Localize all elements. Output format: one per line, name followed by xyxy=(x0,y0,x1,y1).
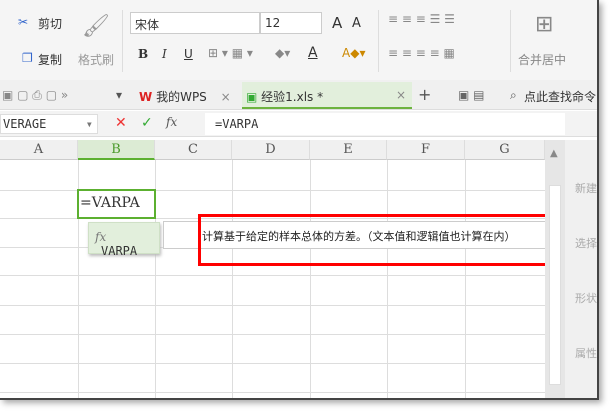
search-icon: ⌕ xyxy=(510,88,517,102)
scissors-icon: ✂ xyxy=(18,15,29,29)
cut-button[interactable]: 剪切 xyxy=(38,15,62,32)
column-header-c[interactable]: C xyxy=(155,140,232,160)
font-name-select[interactable]: 宋体 xyxy=(130,12,260,34)
column-header-e[interactable]: E xyxy=(310,140,387,160)
formula-input[interactable]: =VARPA xyxy=(205,113,565,135)
tab-bar: ▣ ▢ ⎙ ▢ » ▾ W 我的WPS × ▣ 经验1.xls * × + ▣ … xyxy=(0,80,597,110)
active-cell-b2[interactable]: =VARPA xyxy=(77,189,156,219)
name-box-value: VERAGE xyxy=(3,117,47,131)
column-header-a[interactable]: A xyxy=(0,140,78,160)
side-select-button[interactable]: 选择 xyxy=(575,235,597,251)
format-painter-icon: 🖌 xyxy=(82,14,110,39)
grow-font-button[interactable]: A xyxy=(332,14,342,32)
column-header-b[interactable]: B xyxy=(78,140,155,160)
copy-icon: ❐ xyxy=(22,51,33,65)
scroll-up-icon[interactable]: ▲ xyxy=(550,148,558,159)
font-size-select[interactable]: 12 xyxy=(260,12,322,34)
vertical-scrollbar[interactable]: ▲ xyxy=(545,140,565,398)
side-shape-button[interactable]: 形状 xyxy=(575,290,597,306)
cell-grid[interactable]: A B C D E F G =VARPA fx VARPA 计算基于给定的样本总… xyxy=(0,140,583,398)
column-header-d[interactable]: D xyxy=(232,140,310,160)
bold-button[interactable]: B xyxy=(138,47,148,61)
spreadsheet-window: ✂ 剪切 ❐ 复制 🖌 格式刷 宋体 12 A A B I U ⊞ ▾ ▦ ▾ … xyxy=(0,0,599,400)
quick-access-icons[interactable]: ▣ ▢ ⎙ ▢ » xyxy=(2,88,68,103)
side-properties-button[interactable]: 属性 xyxy=(575,345,597,361)
name-box[interactable]: VERAGE ▾ xyxy=(0,114,98,134)
align-vertical-icon[interactable]: ≡ ≡ ≡ ☰ ☰ xyxy=(388,12,455,26)
tab-workbook[interactable]: ▣ 经验1.xls * × xyxy=(242,82,412,109)
dropdown-icon[interactable]: ▾ xyxy=(116,88,122,102)
confirm-icon[interactable]: ✓ xyxy=(141,115,153,131)
align-horizontal-icon[interactable]: ≡ ≡ ≡ ≡ ▦ xyxy=(388,46,455,60)
formula-bar: VERAGE ▾ ✕ ✓ fx =VARPA xyxy=(0,111,597,137)
close-icon[interactable]: × xyxy=(396,88,406,102)
italic-button[interactable]: I xyxy=(162,47,167,61)
merge-center-button[interactable]: 合并居中 xyxy=(518,51,566,68)
spreadsheet-icon: ▣ xyxy=(246,90,258,104)
shrink-font-button[interactable]: A xyxy=(352,16,361,31)
command-search[interactable]: 点此查找命令 xyxy=(524,88,596,105)
function-name: VARPA xyxy=(101,244,138,258)
clear-format-icon[interactable]: A◆▾ xyxy=(342,46,365,60)
merge-icon: ⊞ xyxy=(535,12,554,37)
cancel-icon[interactable]: ✕ xyxy=(115,115,127,131)
scroll-thumb[interactable] xyxy=(549,185,561,385)
close-icon[interactable]: × xyxy=(221,90,231,104)
tab-my-wps[interactable]: W 我的WPS × xyxy=(135,82,240,109)
function-suggestion-varpa[interactable]: fx VARPA xyxy=(88,222,160,258)
side-new-button[interactable]: 新建 xyxy=(575,180,597,196)
column-header-g[interactable]: G xyxy=(465,140,545,160)
highlight-box xyxy=(198,214,581,266)
side-panel: 新建 选择 形状 属性 xyxy=(565,140,597,398)
tab-label: 我的WPS xyxy=(156,90,207,104)
wps-logo-icon: W xyxy=(139,90,153,104)
format-painter-button[interactable]: 格式刷 xyxy=(78,51,114,68)
column-header-f[interactable]: F xyxy=(387,140,465,160)
font-color-button[interactable]: A xyxy=(308,45,318,61)
fx-icon: fx xyxy=(95,230,107,244)
copy-button[interactable]: 复制 xyxy=(38,51,62,68)
comment-icon[interactable]: ▣ ▤ xyxy=(458,88,485,102)
underline-button[interactable]: U xyxy=(184,47,193,61)
border-icon[interactable]: ⊞ ▾ ▦ ▾ xyxy=(208,46,253,60)
ribbon: ✂ 剪切 ❐ 复制 🖌 格式刷 宋体 12 A A B I U ⊞ ▾ ▦ ▾ … xyxy=(0,0,597,80)
insert-function-button[interactable]: fx xyxy=(166,115,177,129)
tab-label: 经验1.xls * xyxy=(261,90,324,104)
new-tab-button[interactable]: + xyxy=(418,85,431,104)
fill-color-icon[interactable]: ◆▾ xyxy=(275,46,290,60)
